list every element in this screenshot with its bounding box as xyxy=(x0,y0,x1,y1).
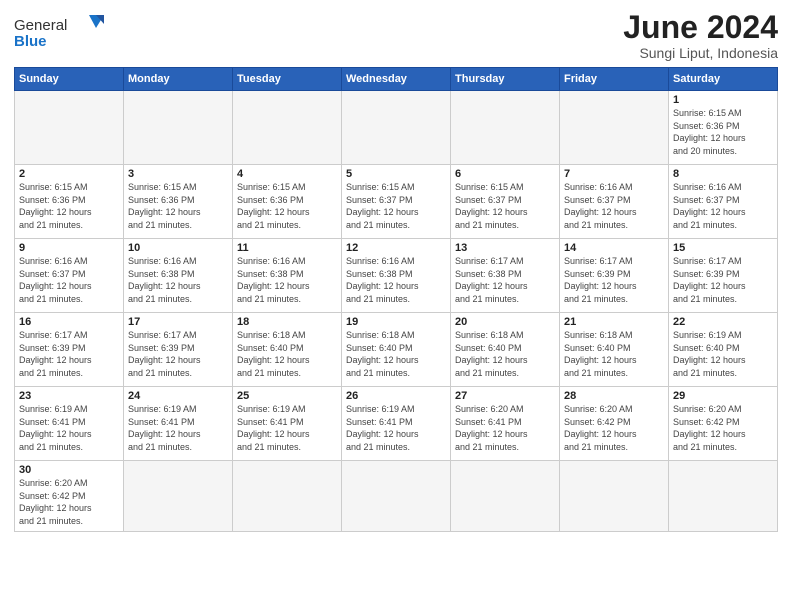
logo: General Blue xyxy=(14,10,104,50)
location-subtitle: Sungi Liput, Indonesia xyxy=(623,45,778,61)
day-10: 10 Sunrise: 6:16 AMSunset: 6:38 PMDaylig… xyxy=(124,239,233,313)
empty-cell xyxy=(342,91,451,165)
day-27: 27 Sunrise: 6:20 AMSunset: 6:41 PMDaylig… xyxy=(451,387,560,461)
empty-cell xyxy=(124,91,233,165)
day-29: 29 Sunrise: 6:20 AMSunset: 6:42 PMDaylig… xyxy=(669,387,778,461)
empty-cell xyxy=(560,461,669,531)
day-28: 28 Sunrise: 6:20 AMSunset: 6:42 PMDaylig… xyxy=(560,387,669,461)
week-4: 16 Sunrise: 6:17 AMSunset: 6:39 PMDaylig… xyxy=(15,313,778,387)
header-saturday: Saturday xyxy=(669,68,778,91)
day-4: 4 Sunrise: 6:15 AMSunset: 6:36 PMDayligh… xyxy=(233,165,342,239)
empty-cell xyxy=(233,461,342,531)
day-18: 18 Sunrise: 6:18 AMSunset: 6:40 PMDaylig… xyxy=(233,313,342,387)
calendar: Sunday Monday Tuesday Wednesday Thursday… xyxy=(14,67,778,531)
header-wednesday: Wednesday xyxy=(342,68,451,91)
week-6: 30 Sunrise: 6:20 AMSunset: 6:42 PMDaylig… xyxy=(15,461,778,531)
empty-cell xyxy=(342,461,451,531)
day-25: 25 Sunrise: 6:19 AMSunset: 6:41 PMDaylig… xyxy=(233,387,342,461)
day-20: 20 Sunrise: 6:18 AMSunset: 6:40 PMDaylig… xyxy=(451,313,560,387)
empty-cell xyxy=(124,461,233,531)
day-8: 8 Sunrise: 6:16 AMSunset: 6:37 PMDayligh… xyxy=(669,165,778,239)
svg-text:Blue: Blue xyxy=(14,33,47,50)
header-monday: Monday xyxy=(124,68,233,91)
logo-svg: General Blue xyxy=(14,10,104,50)
day-26: 26 Sunrise: 6:19 AMSunset: 6:41 PMDaylig… xyxy=(342,387,451,461)
empty-cell xyxy=(560,91,669,165)
day-11: 11 Sunrise: 6:16 AMSunset: 6:38 PMDaylig… xyxy=(233,239,342,313)
day-22: 22 Sunrise: 6:19 AMSunset: 6:40 PMDaylig… xyxy=(669,313,778,387)
day-6: 6 Sunrise: 6:15 AMSunset: 6:37 PMDayligh… xyxy=(451,165,560,239)
header-sunday: Sunday xyxy=(15,68,124,91)
week-3: 9 Sunrise: 6:16 AMSunset: 6:37 PMDayligh… xyxy=(15,239,778,313)
day-13: 13 Sunrise: 6:17 AMSunset: 6:38 PMDaylig… xyxy=(451,239,560,313)
week-1: 1 Sunrise: 6:15 AMSunset: 6:36 PMDayligh… xyxy=(15,91,778,165)
day-12: 12 Sunrise: 6:16 AMSunset: 6:38 PMDaylig… xyxy=(342,239,451,313)
empty-cell xyxy=(15,91,124,165)
header-friday: Friday xyxy=(560,68,669,91)
day-23: 23 Sunrise: 6:19 AMSunset: 6:41 PMDaylig… xyxy=(15,387,124,461)
day-7: 7 Sunrise: 6:16 AMSunset: 6:37 PMDayligh… xyxy=(560,165,669,239)
day-30: 30 Sunrise: 6:20 AMSunset: 6:42 PMDaylig… xyxy=(15,461,124,531)
day-2: 2 Sunrise: 6:15 AMSunset: 6:36 PMDayligh… xyxy=(15,165,124,239)
weekday-header-row: Sunday Monday Tuesday Wednesday Thursday… xyxy=(15,68,778,91)
day-24: 24 Sunrise: 6:19 AMSunset: 6:41 PMDaylig… xyxy=(124,387,233,461)
day-1-info: Sunrise: 6:15 AMSunset: 6:36 PMDaylight:… xyxy=(673,107,773,157)
svg-text:General: General xyxy=(14,17,67,34)
empty-cell xyxy=(451,91,560,165)
day-1: 1 Sunrise: 6:15 AMSunset: 6:36 PMDayligh… xyxy=(669,91,778,165)
empty-cell xyxy=(451,461,560,531)
day-9: 9 Sunrise: 6:16 AMSunset: 6:37 PMDayligh… xyxy=(15,239,124,313)
day-16: 16 Sunrise: 6:17 AMSunset: 6:39 PMDaylig… xyxy=(15,313,124,387)
day-17: 17 Sunrise: 6:17 AMSunset: 6:39 PMDaylig… xyxy=(124,313,233,387)
day-14: 14 Sunrise: 6:17 AMSunset: 6:39 PMDaylig… xyxy=(560,239,669,313)
header-tuesday: Tuesday xyxy=(233,68,342,91)
header-thursday: Thursday xyxy=(451,68,560,91)
empty-cell xyxy=(233,91,342,165)
day-21: 21 Sunrise: 6:18 AMSunset: 6:40 PMDaylig… xyxy=(560,313,669,387)
day-3: 3 Sunrise: 6:15 AMSunset: 6:36 PMDayligh… xyxy=(124,165,233,239)
title-block: June 2024 Sungi Liput, Indonesia xyxy=(623,10,778,61)
month-title: June 2024 xyxy=(623,10,778,45)
empty-cell xyxy=(669,461,778,531)
day-15: 15 Sunrise: 6:17 AMSunset: 6:39 PMDaylig… xyxy=(669,239,778,313)
page: General Blue June 2024 Sungi Liput, Indo… xyxy=(0,0,792,612)
day-5: 5 Sunrise: 6:15 AMSunset: 6:37 PMDayligh… xyxy=(342,165,451,239)
day-19: 19 Sunrise: 6:18 AMSunset: 6:40 PMDaylig… xyxy=(342,313,451,387)
week-5: 23 Sunrise: 6:19 AMSunset: 6:41 PMDaylig… xyxy=(15,387,778,461)
header: General Blue June 2024 Sungi Liput, Indo… xyxy=(14,10,778,61)
week-2: 2 Sunrise: 6:15 AMSunset: 6:36 PMDayligh… xyxy=(15,165,778,239)
